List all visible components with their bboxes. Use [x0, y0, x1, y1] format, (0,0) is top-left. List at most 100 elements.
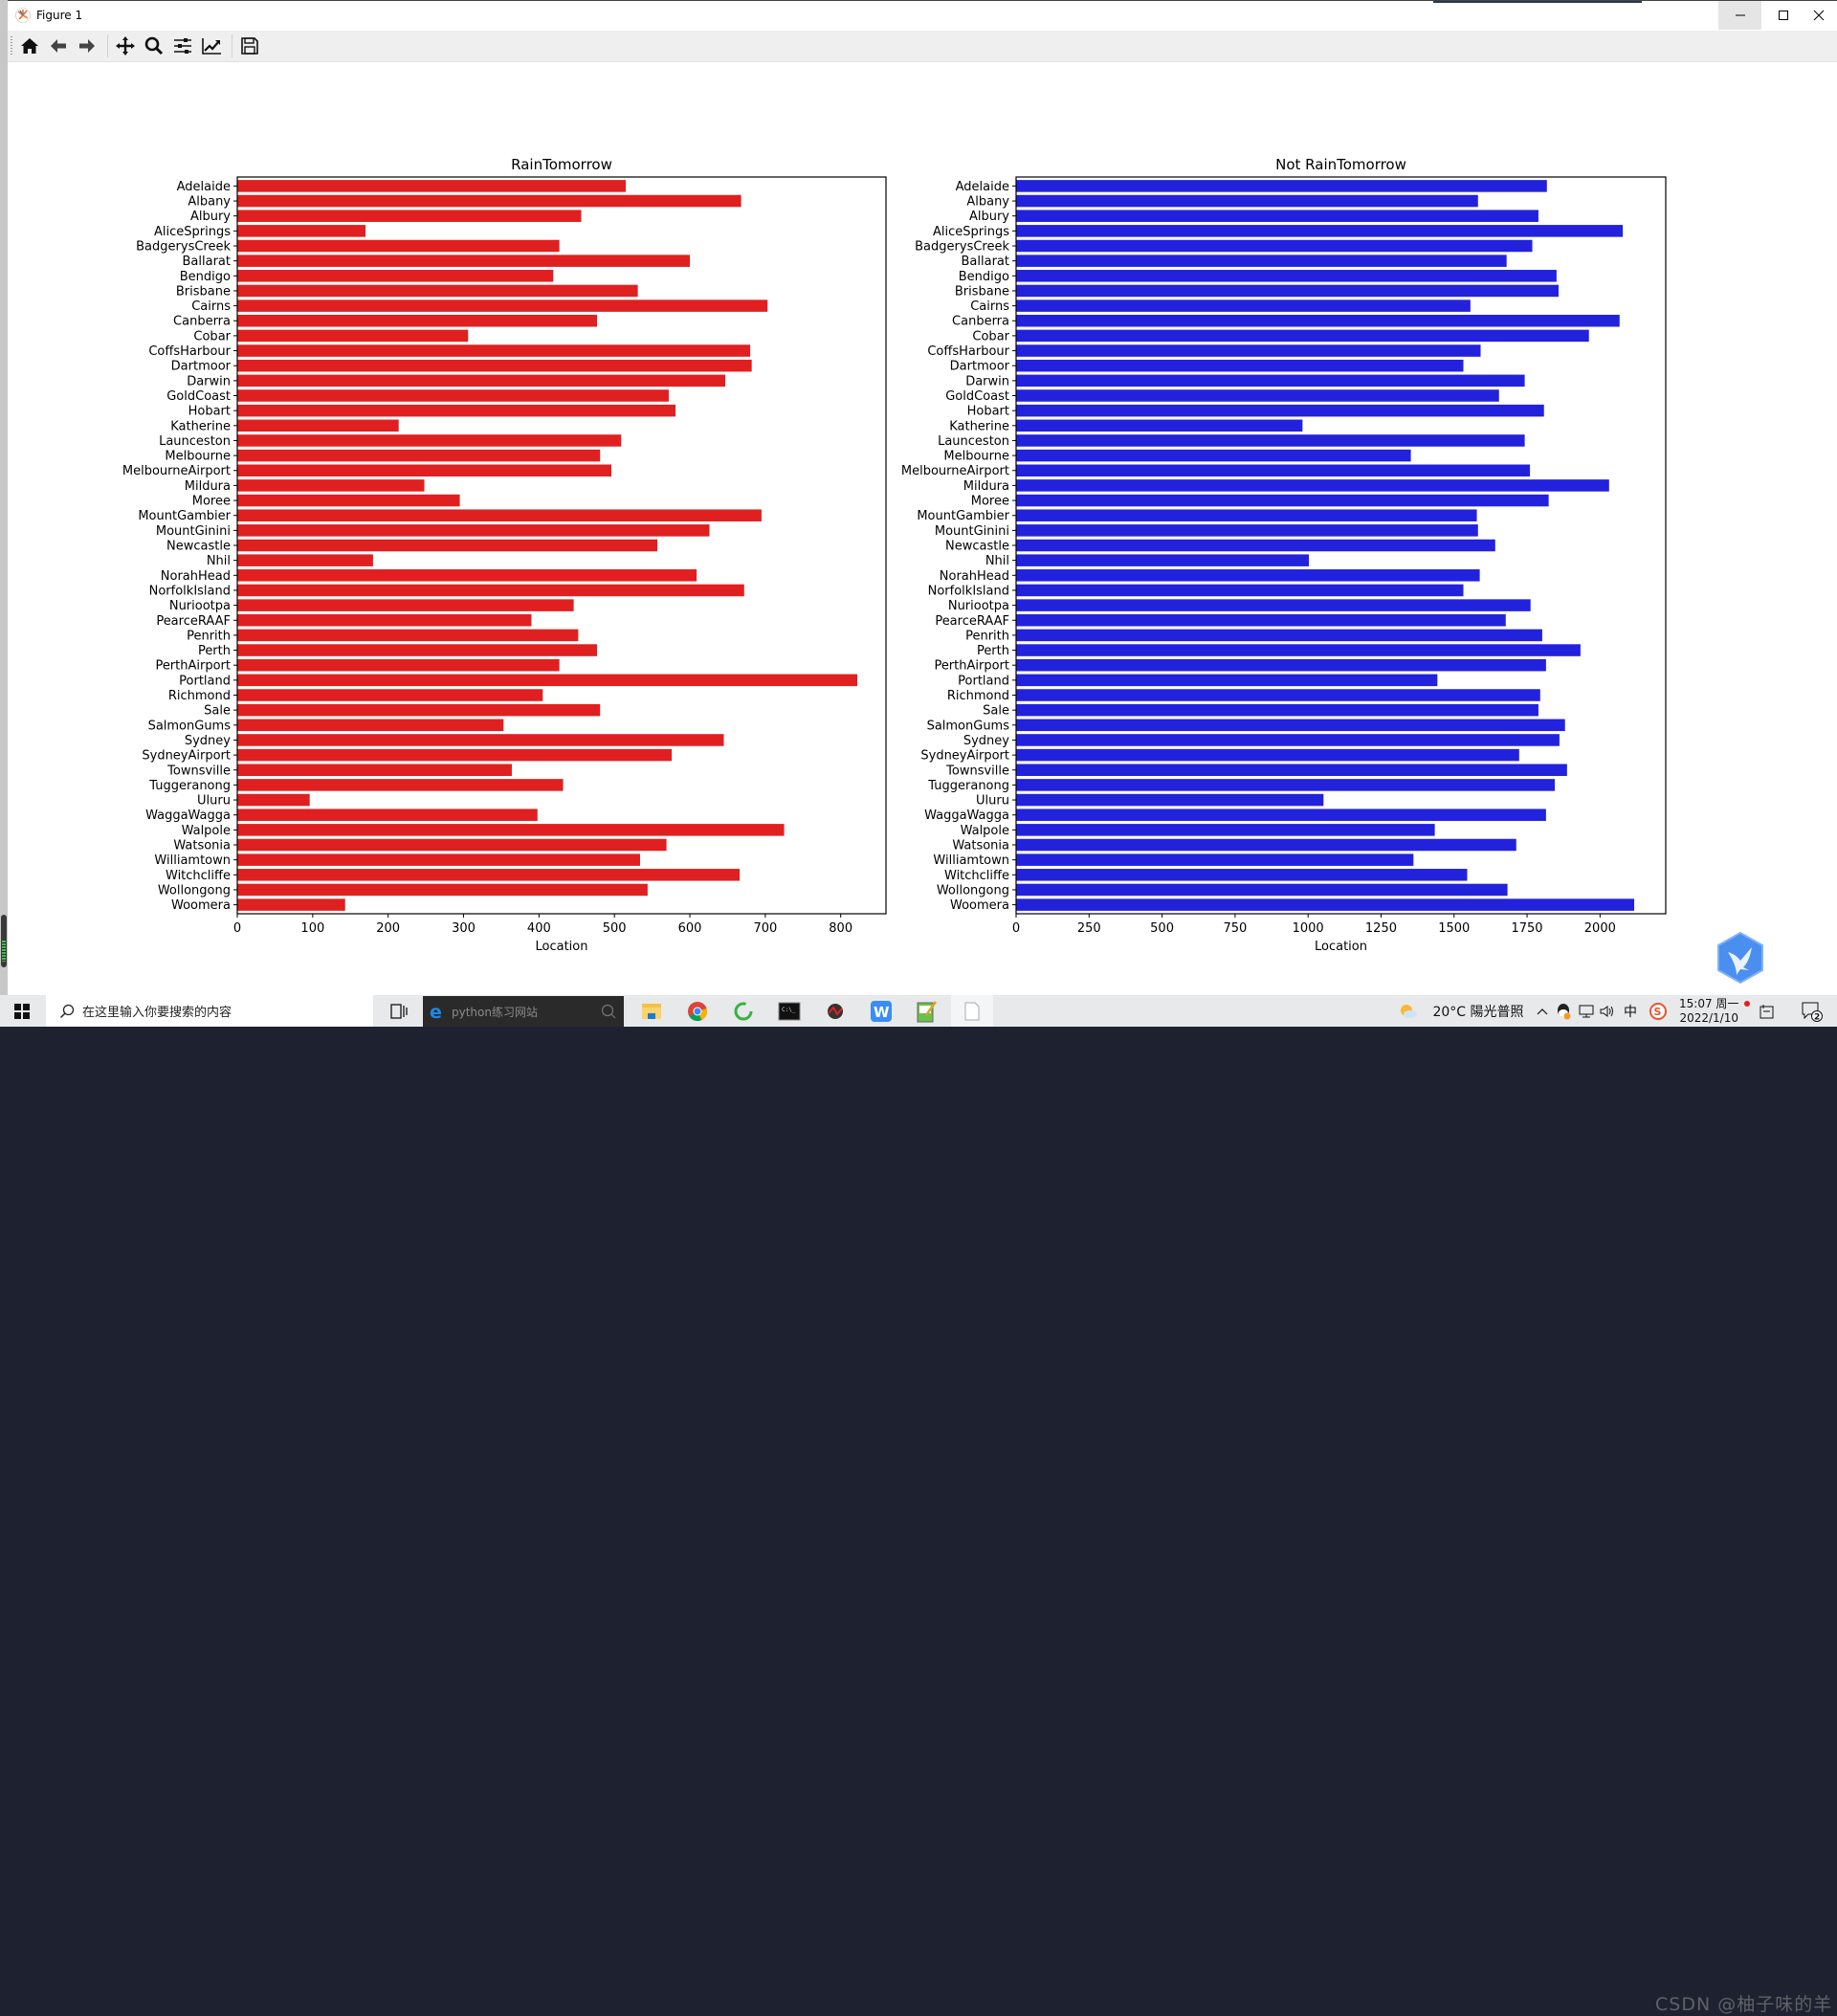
desktop-notes-button[interactable]: [1757, 995, 1778, 1027]
y-tick-label: SalmonGums: [148, 719, 232, 733]
bar: [1016, 284, 1560, 298]
bar: [237, 389, 669, 402]
y-tick-label: Tuggeranong: [148, 779, 231, 793]
y-tick-label: Sale: [204, 704, 231, 719]
y-tick-label: Mildura: [185, 479, 231, 494]
bar: [237, 838, 667, 852]
y-tick-label: Cobar: [972, 329, 1009, 343]
y-tick-label: GoldCoast: [166, 389, 231, 404]
bar: [1016, 838, 1516, 852]
bar: [237, 524, 710, 537]
x-tick-label: 300: [452, 921, 476, 936]
bar: [1016, 554, 1310, 566]
bar: [237, 404, 676, 417]
y-tick-label: Mildura: [963, 479, 1009, 494]
terminal-icon: C:\_: [778, 1002, 801, 1020]
ladybug-app-button[interactable]: [819, 995, 852, 1027]
bar: [237, 419, 399, 432]
ie-search-icon: [601, 1004, 616, 1019]
floating-bird-app-icon[interactable]: [1715, 931, 1765, 985]
y-tick-label: Perth: [198, 644, 231, 658]
y-tick-label: SydneyAirport: [920, 749, 1009, 764]
y-tick-label: Brisbane: [955, 284, 1009, 299]
x-tick-label: 1750: [1511, 921, 1542, 936]
x-tick-label: 800: [829, 921, 852, 936]
bar: [237, 764, 512, 777]
ime-indicator[interactable]: 中: [1621, 995, 1640, 1027]
y-tick-label: Bendigo: [180, 270, 231, 284]
bar: [1016, 779, 1556, 791]
y-tick-label: PerthAirport: [155, 659, 231, 674]
sync-app-button[interactable]: [727, 995, 760, 1027]
y-tick-label: Portland: [958, 674, 1009, 688]
y-tick-label: PearceRAAF: [935, 614, 1009, 629]
y-tick-label: Albury: [969, 210, 1009, 224]
document-button[interactable]: [951, 995, 993, 1027]
bar: [1016, 194, 1478, 208]
action-center-button[interactable]: 2: [1799, 995, 1826, 1027]
x-axis-label: Location: [1315, 940, 1367, 954]
y-tick-label: Nhil: [985, 554, 1009, 568]
bar: [1016, 389, 1499, 402]
show-hidden-icons-button[interactable]: [1535, 995, 1550, 1027]
bar: [1016, 569, 1480, 582]
chrome-button[interactable]: [681, 995, 714, 1027]
bar: [1016, 329, 1589, 343]
bar: [1016, 883, 1508, 897]
x-tick-label: 750: [1223, 921, 1247, 936]
bar: [237, 284, 638, 298]
bar: [1016, 629, 1542, 642]
start-button[interactable]: [8, 995, 36, 1027]
network-tray-button[interactable]: [1577, 995, 1596, 1027]
y-tick-label: Portland: [179, 674, 231, 688]
y-tick-label: Richmond: [168, 689, 231, 703]
csdn-tray-button[interactable]: S: [1648, 995, 1669, 1027]
y-tick-label: Moree: [192, 495, 231, 509]
y-tick-label: CoffsHarbour: [148, 344, 231, 359]
volume-tray-button[interactable]: [1598, 995, 1617, 1027]
bar: [1016, 419, 1303, 432]
wps-button[interactable]: W: [865, 995, 897, 1027]
bar: [1016, 809, 1546, 821]
y-tick-label: MountGinini: [935, 524, 1009, 539]
clock-time: 15:07 周一: [1679, 997, 1739, 1010]
y-tick-label: SydneyAirport: [142, 749, 231, 764]
notepad-button[interactable]: [911, 995, 943, 1027]
ie-address-bar[interactable]: e python练习网站: [423, 996, 624, 1027]
terminal-button[interactable]: C:\_: [773, 995, 806, 1027]
y-tick-label: Launceston: [159, 434, 231, 449]
bar: [1016, 539, 1495, 552]
file-explorer-button[interactable]: [635, 995, 668, 1027]
qq-tray-button[interactable]: [1554, 995, 1573, 1027]
bar: [1016, 748, 1519, 762]
task-view-button[interactable]: [385, 995, 413, 1027]
weather-text[interactable]: 20°C 陽光普照: [1426, 995, 1531, 1027]
bar: [1016, 689, 1540, 701]
notes-icon: [1760, 1004, 1774, 1018]
bar: [1016, 703, 1538, 717]
y-tick-label: MountGambier: [917, 509, 1009, 523]
x-tick-label: 2000: [1584, 921, 1616, 936]
chart-not-rain-tomorrow: AdelaideAlbanyAlburyAliceSpringsBadgerys…: [901, 156, 1667, 954]
x-tick-label: 500: [1150, 921, 1174, 936]
y-tick-label: Albury: [190, 210, 231, 224]
bar: [237, 210, 582, 222]
system-clock[interactable]: 15:07 周一 2022/1/10: [1679, 997, 1738, 1026]
y-tick-label: Williamtown: [933, 853, 1009, 868]
bar: [1016, 494, 1549, 507]
y-tick-label: Townsville: [945, 764, 1009, 778]
volume-icon: [1600, 1005, 1613, 1017]
bar: [1016, 434, 1525, 447]
x-tick-label: 0: [1012, 921, 1020, 936]
y-tick-label: Newcastle: [166, 540, 231, 554]
bar: [1016, 674, 1438, 687]
bar: [237, 869, 741, 881]
y-tick-label: Canberra: [173, 315, 231, 329]
y-tick-label: Penrith: [187, 629, 231, 643]
bar: [237, 809, 538, 821]
bar: [1016, 824, 1435, 836]
y-tick-label: Ballarat: [962, 255, 1009, 269]
y-tick-label: Dartmoor: [171, 360, 232, 374]
taskbar-search-box[interactable]: 在这里输入你要搜索的内容: [46, 995, 373, 1027]
bar: [237, 180, 627, 192]
